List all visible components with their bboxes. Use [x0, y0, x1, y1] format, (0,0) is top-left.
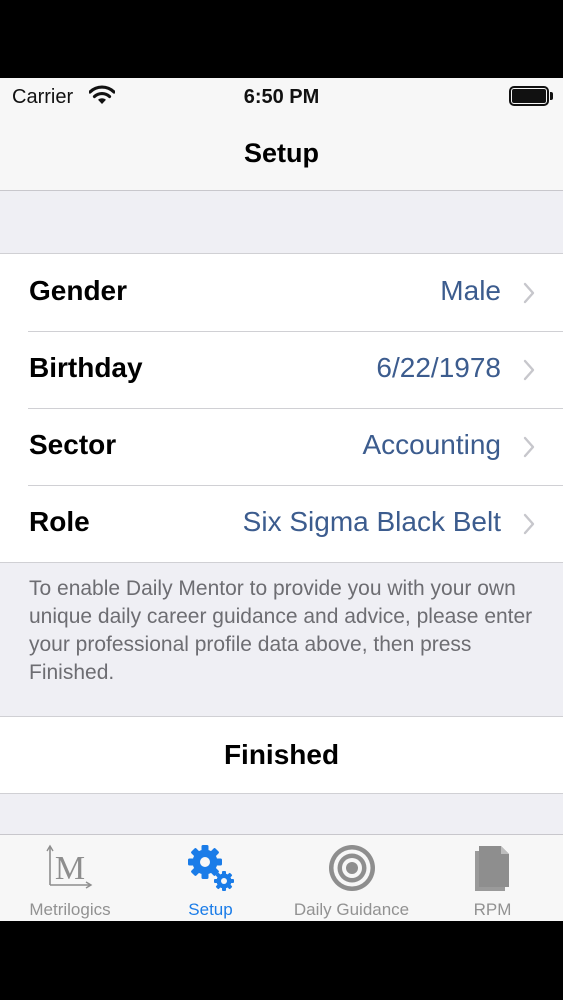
- gender-row[interactable]: Gender Male: [0, 254, 563, 331]
- tab-setup[interactable]: Setup: [140, 835, 281, 921]
- carrier-label: Carrier: [12, 86, 74, 108]
- gears-icon: [186, 843, 236, 898]
- role-row[interactable]: Role Six Sigma Black Belt: [0, 485, 563, 562]
- gender-value: Male: [440, 275, 501, 306]
- tab-daily-guidance[interactable]: Daily Guidance: [281, 835, 422, 921]
- navigation-bar: Setup: [0, 116, 563, 191]
- role-label: Role: [29, 506, 90, 537]
- status-bar: Carrier 6:50 PM: [0, 78, 563, 116]
- metrilogics-logo-icon: M: [46, 843, 94, 894]
- tab-metrilogics[interactable]: M Metrilogics: [0, 835, 140, 921]
- sector-label: Sector: [29, 429, 117, 460]
- chevron-right-icon: [523, 359, 535, 381]
- tab-label-metrilogics: Metrilogics: [29, 900, 111, 919]
- sector-row[interactable]: Sector Accounting: [0, 408, 563, 485]
- sector-value: Accounting: [362, 429, 501, 460]
- tab-rpm[interactable]: RPM: [422, 835, 563, 921]
- target-icon: [327, 843, 377, 898]
- birthday-row[interactable]: Birthday 6/22/1978: [0, 331, 563, 408]
- tab-label-rpm: RPM: [473, 900, 512, 919]
- chevron-right-icon: [523, 436, 535, 458]
- screen: Carrier 6:50 PM Setup Gender Male Birthd…: [0, 78, 563, 921]
- page-title: Setup: [243, 138, 319, 168]
- finished-label: Finished: [223, 739, 340, 770]
- svg-text:M: M: [55, 850, 85, 887]
- tab-label-setup: Setup: [188, 900, 233, 919]
- profile-instructions: To enable Daily Mentor to provide you wi…: [29, 577, 533, 684]
- profile-table: Gender Male Birthday 6/22/1978 Sector Ac…: [0, 253, 563, 563]
- documents-icon: [471, 843, 515, 898]
- chevron-right-icon: [523, 513, 535, 535]
- birthday-value: 6/22/1978: [376, 352, 501, 383]
- tab-bar: M Metrilogics Setup Daily Guidance RPM: [0, 834, 563, 921]
- tab-label-daily-guidance: Daily Guidance: [293, 900, 410, 919]
- role-value: Six Sigma Black Belt: [242, 506, 501, 537]
- chevron-right-icon: [523, 282, 535, 304]
- gender-label: Gender: [29, 275, 128, 306]
- battery-icon: [509, 86, 553, 106]
- finished-button[interactable]: Finished: [0, 716, 563, 794]
- wifi-icon: [88, 85, 116, 110]
- status-time: 6:50 PM: [243, 86, 320, 108]
- birthday-label: Birthday: [29, 352, 143, 383]
